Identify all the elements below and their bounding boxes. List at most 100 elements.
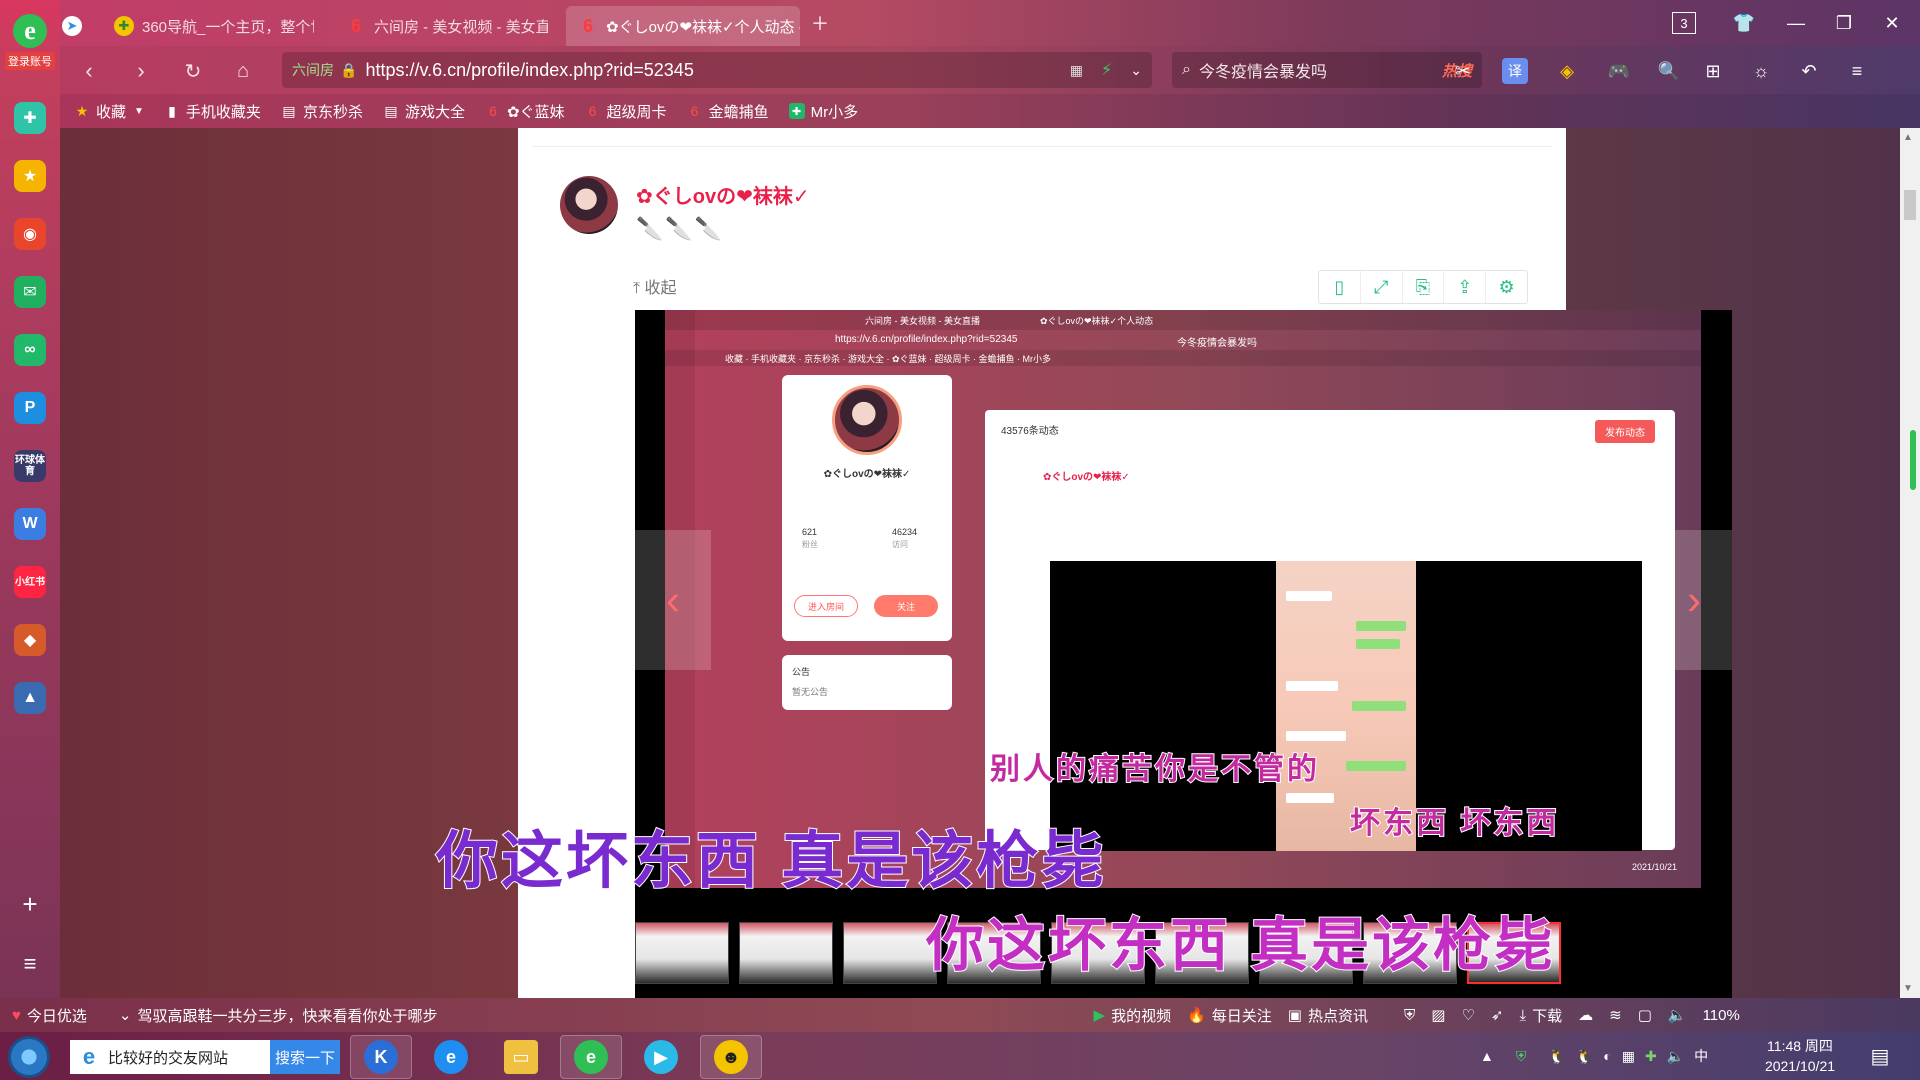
zoom-level[interactable]: 110% (1703, 1007, 1740, 1024)
close-window-button[interactable]: ✕ (1874, 8, 1910, 38)
app-tray-icon[interactable]: ◐ (1603, 1048, 1611, 1064)
download-button[interactable]: ⤓ 下载 (1519, 1005, 1562, 1026)
qq-icon[interactable]: 🐧 (1548, 1048, 1565, 1065)
undo-icon[interactable]: ↶ (1796, 58, 1822, 84)
taskbar-app-folder[interactable]: ▭ (490, 1035, 552, 1079)
next-image-button[interactable]: › (1656, 530, 1732, 670)
sidebar-game2[interactable]: ▲ (14, 682, 46, 714)
history-icon[interactable]: ➤ (62, 6, 86, 46)
tray-expand-icon[interactable]: ▲ (1480, 1048, 1494, 1064)
network-icon[interactable]: ▦ (1622, 1048, 1635, 1065)
taskbar-search-input[interactable]: 比较好的交友网站 (108, 1047, 228, 1068)
bookmark-games[interactable]: ▤ 游戏大全 (383, 101, 465, 122)
sidebar-tiyu[interactable]: 环球体育 (14, 450, 46, 482)
taskbar-app-game[interactable]: ☻ (700, 1035, 762, 1079)
sidebar-game1[interactable]: ◆ (14, 624, 46, 656)
account-button[interactable]: 登录账号 (5, 52, 55, 70)
volume-icon[interactable]: 🔈 (1667, 1048, 1684, 1065)
bookmark-mobile[interactable]: ▮ 手机收藏夹 (164, 101, 261, 122)
bookmark-favorites[interactable]: ★ 收藏 ▼ (74, 101, 144, 122)
360-tray-icon[interactable]: ✚ (1645, 1048, 1657, 1065)
minimize-button[interactable]: — (1778, 8, 1814, 38)
sidebar-doc[interactable]: W (14, 508, 46, 540)
thumbnail[interactable] (635, 922, 729, 984)
taskbar-app-k[interactable]: K (350, 1035, 412, 1079)
tile-icon[interactable]: ▯ (1319, 271, 1361, 303)
news-ticker[interactable]: ⌄ 驾驭高跟鞋一共分三步，快来看看你处于哪步 (119, 1005, 438, 1026)
address-bar[interactable]: 六间房 🔒 https://v.6.cn/profile/index.php?r… (282, 52, 1152, 88)
scissors-icon[interactable]: ✂ (1450, 58, 1476, 84)
translate-button[interactable]: 译 (1502, 58, 1528, 84)
sidebar-menu-button[interactable]: ≡ (14, 948, 46, 980)
browser-logo[interactable]: e 登录账号 (0, 0, 60, 78)
qq-icon[interactable]: 🐧 (1576, 1048, 1593, 1065)
gamepad-icon[interactable]: 🎮 (1606, 58, 1632, 84)
coin-icon[interactable]: ◈ (1554, 58, 1580, 84)
sidebar-add-button[interactable]: + (14, 888, 46, 920)
rocket-icon[interactable]: ➶ (1491, 1006, 1504, 1024)
shield-icon[interactable]: ⛨ (1516, 1048, 1527, 1065)
share-icon[interactable]: ⇪ (1444, 271, 1487, 303)
sidebar-app-green[interactable]: ✚ (14, 102, 46, 134)
sidebar-chat[interactable]: ∞ (14, 334, 46, 366)
page-scrollbar[interactable]: ▲ ▼ (1900, 128, 1920, 998)
brightness-icon[interactable]: ☼ (1748, 58, 1774, 84)
restore-button[interactable]: ❐ (1826, 8, 1862, 38)
collapse-button[interactable]: ⤒ 收起 (633, 274, 677, 298)
action-center-icon[interactable]: ▤ (1866, 1042, 1894, 1070)
today-picks[interactable]: ♥ 今日优选 (12, 1005, 87, 1026)
taskbar-search-button[interactable]: 搜索一下 (270, 1040, 340, 1074)
prev-image-button[interactable]: ‹ (635, 530, 711, 670)
start-button[interactable] (8, 1036, 50, 1078)
sidebar-mail[interactable]: ✉ (14, 276, 46, 308)
reload-button[interactable]: ↻ (178, 56, 208, 86)
volume-icon[interactable]: 🔈 (1668, 1006, 1687, 1024)
shirt-icon[interactable]: 👕 (1726, 8, 1762, 38)
magnifier-icon[interactable]: 🔍 (1656, 58, 1682, 84)
image-icon[interactable]: ▨ (1431, 1006, 1445, 1024)
search-input[interactable]: 今冬疫情会暴发吗 (1199, 58, 1327, 82)
expand-icon[interactable]: ⤢ (1361, 271, 1403, 303)
thumbnail[interactable] (739, 922, 833, 984)
ime-icon[interactable]: 中 (1694, 1046, 1708, 1066)
sidebar-favorites[interactable]: ★ (14, 160, 46, 192)
tab-profile[interactable]: 6 ✿ぐしovの❤袜袜✓个人动态 - ✕ (566, 6, 800, 46)
taskbar-app-360[interactable]: e (560, 1035, 622, 1079)
cloud-icon[interactable]: ☁ (1578, 1006, 1593, 1024)
qr-icon[interactable]: ▦ (1070, 62, 1083, 79)
save-icon[interactable]: ⎘ (1403, 271, 1445, 303)
bookmark-mrxiaoduo[interactable]: ✚ Mr小多 (788, 101, 858, 122)
sidebar-p[interactable]: P (14, 392, 46, 424)
apps-grid-icon[interactable]: ⊞ (1700, 58, 1726, 84)
new-tab-button[interactable]: ＋ (802, 8, 838, 38)
tab-count-badge[interactable]: 3 (1672, 12, 1696, 34)
tab-360-nav[interactable]: ✚ 360导航_一个主页，整个世界 (102, 6, 314, 46)
thumbnail[interactable] (843, 922, 937, 984)
side-drawer-handle[interactable] (1910, 430, 1916, 490)
sidebar-weibo[interactable]: ◉ (14, 218, 46, 250)
scroll-down-icon[interactable]: ▼ (1903, 983, 1913, 994)
avatar[interactable] (560, 176, 618, 234)
post-username[interactable]: ✿ぐしovの❤袜袜✓ (636, 180, 810, 209)
daily-follow[interactable]: 🔥 每日关注 (1187, 1005, 1272, 1026)
menu-icon[interactable]: ≡ (1844, 58, 1870, 84)
search-box[interactable]: ⌕ 今冬疫情会暴发吗 热搜 (1172, 52, 1482, 88)
bookmark-lanmei[interactable]: 6 ✿ぐ蓝妹 (485, 101, 564, 122)
tab-liujianfang[interactable]: 6 六间房 - 美女视频 - 美女直播 (334, 6, 548, 46)
taskbar-search[interactable]: e 比较好的交友网站 搜索一下 (70, 1040, 340, 1074)
my-video[interactable]: ▶ 我的视频 (1094, 1005, 1172, 1026)
hot-news[interactable]: ▣ 热点资讯 (1288, 1005, 1368, 1026)
taskbar-app-player[interactable]: ▶ (630, 1035, 692, 1079)
bookmark-zhouka[interactable]: 6 超级周卡 (585, 101, 667, 122)
home-button[interactable]: ⌂ (228, 56, 258, 86)
heartbeat-icon[interactable]: ♡ (1461, 1006, 1474, 1024)
lightning-icon[interactable]: ⚡ (1101, 60, 1112, 80)
scroll-up-icon[interactable]: ▲ (1903, 132, 1913, 143)
chevron-down-icon[interactable]: ⌄ (1130, 62, 1142, 79)
bookmark-buyu[interactable]: 6 金蟾捕鱼 (687, 101, 769, 122)
back-button[interactable]: ‹ (74, 56, 104, 86)
taskbar-app-ie[interactable]: e (420, 1035, 482, 1079)
window-icon[interactable]: ▢ (1638, 1006, 1652, 1024)
forward-button[interactable]: › (126, 56, 156, 86)
shield-icon[interactable]: ⛨ (1404, 1007, 1415, 1024)
